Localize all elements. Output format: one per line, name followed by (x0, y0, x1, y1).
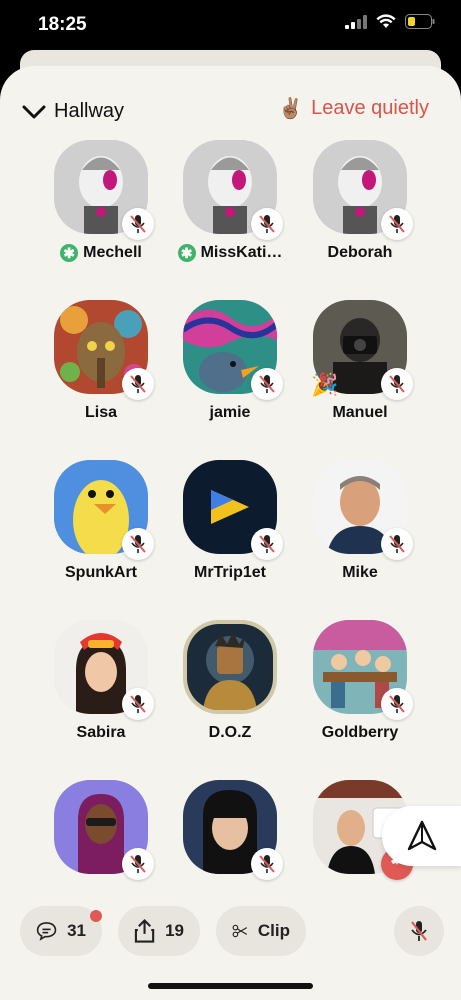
participant-name: Manuel (332, 404, 388, 421)
leave-quietly-button[interactable]: ✌🏽 Leave quietly (278, 96, 429, 121)
battery-icon (405, 14, 435, 29)
moderator-star-icon: ✱ (177, 244, 196, 262)
share-button[interactable]: 19 (118, 906, 200, 956)
home-indicator (148, 983, 313, 989)
muted-mic-icon (251, 848, 283, 880)
participant[interactable]: Lisa (31, 300, 171, 422)
mute-toggle-button[interactable] (394, 906, 444, 956)
participant[interactable]: Deborah (290, 140, 430, 262)
bottom-toolbar: 31 19 Clip (0, 898, 461, 968)
participant[interactable]: SpunkArt (31, 460, 171, 582)
muted-mic-icon (251, 208, 283, 240)
chat-count: 31 (67, 921, 86, 940)
participant-name: SpunkArt (65, 564, 137, 581)
participant-name: Sabira (76, 724, 126, 741)
participant-name: Deborah (327, 244, 393, 261)
participant-name: jamie (209, 404, 251, 421)
hallway-collapse-button[interactable]: Hallway (22, 100, 124, 123)
participant[interactable]: Sabira (31, 620, 171, 742)
muted-mic-icon (122, 848, 154, 880)
participant-name: ✱ MissKati… (160, 244, 300, 262)
participant[interactable]: Mike (290, 460, 430, 582)
participant[interactable]: jamie (160, 300, 300, 422)
leave-quietly-label: Leave quietly (311, 97, 429, 119)
participant-name: D.O.Z (208, 724, 252, 741)
paper-plane-icon (407, 820, 437, 851)
muted-mic-icon (381, 528, 413, 560)
unread-dot (90, 910, 102, 922)
share-count: 19 (165, 921, 184, 940)
participant-name: Lisa (84, 404, 117, 421)
party-emoji-badge: 🎉 (311, 372, 339, 397)
avatar (183, 620, 277, 714)
signal-icon (345, 14, 367, 29)
participant[interactable]: 🎉 Manuel (290, 300, 430, 422)
wifi-icon (376, 14, 396, 28)
participant[interactable]: ✱ Mechell (31, 140, 171, 262)
muted-mic-icon (381, 368, 413, 400)
status-time: 18:25 (38, 14, 87, 35)
participant-name: Mike (342, 564, 378, 581)
participant-name: Goldberry (321, 724, 399, 741)
muted-mic-icon (122, 368, 154, 400)
participant[interactable]: ✱ MissKati… (160, 140, 300, 262)
muted-mic-icon (411, 921, 427, 941)
status-icons (345, 14, 435, 29)
chevron-down-icon (22, 105, 46, 118)
muted-mic-icon (251, 368, 283, 400)
clip-button[interactable]: Clip (216, 906, 306, 956)
muted-mic-icon (122, 688, 154, 720)
participant[interactable]: MrTrip1et (160, 460, 300, 582)
muted-mic-icon (122, 208, 154, 240)
participant[interactable]: Goldberry (290, 620, 430, 742)
hallway-header: Hallway ✌🏽 Leave quietly (0, 66, 461, 124)
room-title: Hallway (54, 100, 125, 122)
participant[interactable] (160, 780, 300, 880)
send-ping-button[interactable] (382, 806, 461, 866)
chat-button[interactable]: 31 (20, 906, 102, 956)
participant-name: ✱ Mechell (31, 244, 171, 262)
participant[interactable]: D.O.Z (160, 620, 300, 742)
share-icon (134, 918, 155, 943)
moderator-star-icon: ✱ (60, 244, 79, 262)
scissors-icon (232, 924, 248, 938)
participant[interactable] (31, 780, 171, 880)
status-bar: 18:25 (0, 0, 461, 52)
muted-mic-icon (381, 688, 413, 720)
muted-mic-icon (381, 208, 413, 240)
participant-name: MrTrip1et (193, 564, 266, 581)
chat-bubble-icon (36, 922, 57, 941)
muted-mic-icon (122, 528, 154, 560)
clip-label: Clip (257, 921, 290, 940)
muted-mic-icon (251, 528, 283, 560)
peace-hand-icon: ✌🏽 (278, 98, 304, 120)
